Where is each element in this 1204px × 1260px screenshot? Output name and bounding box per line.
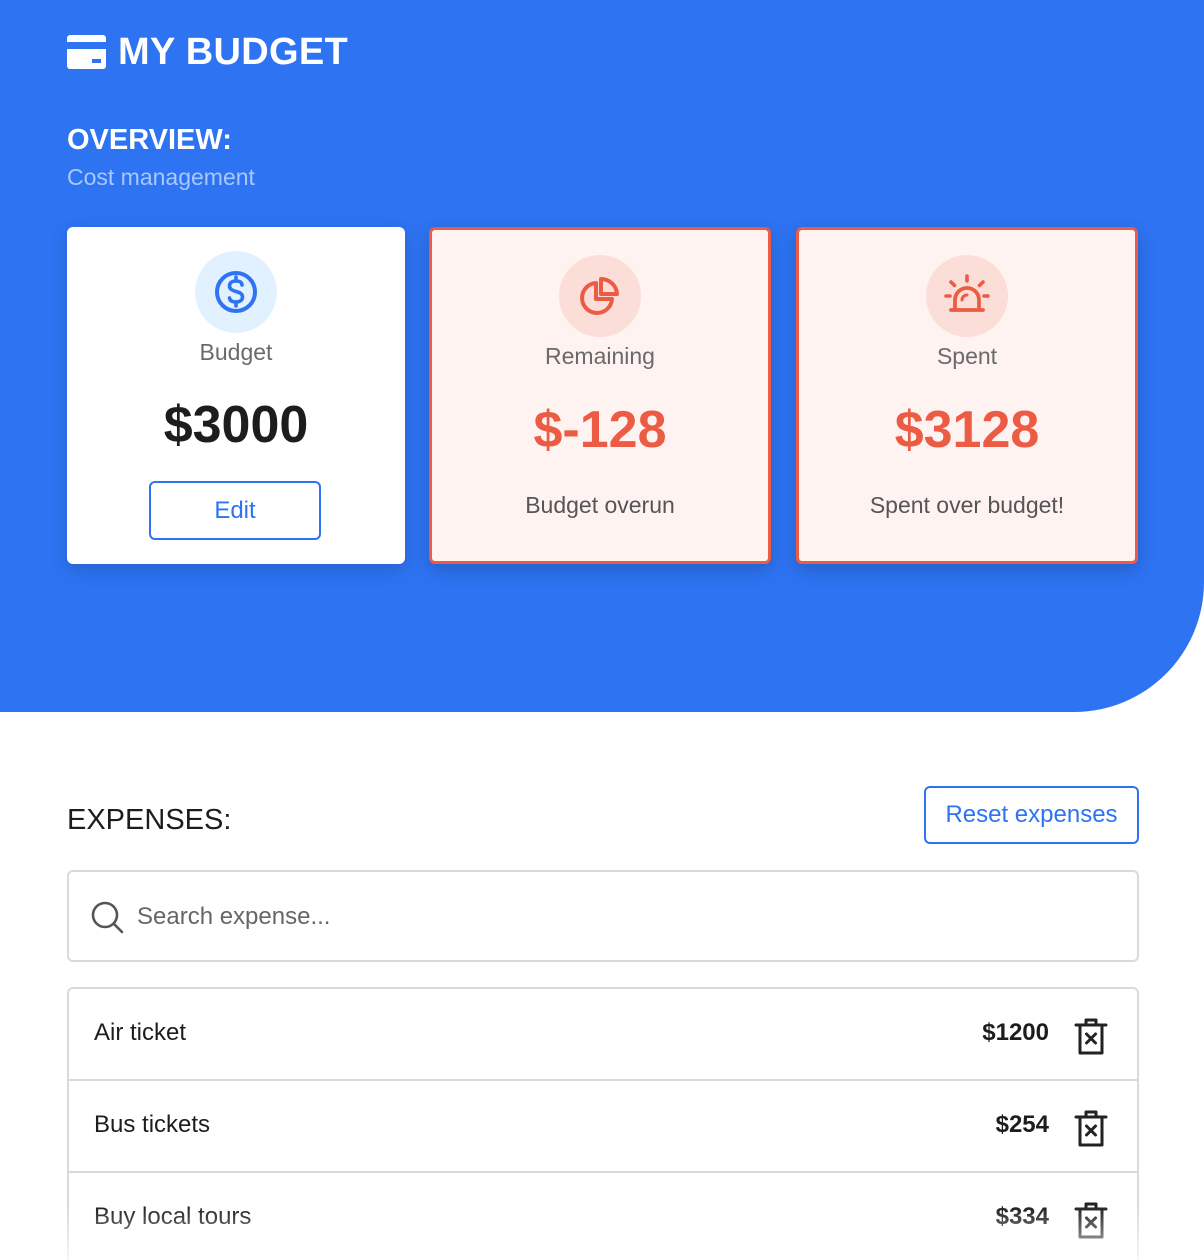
delete-expense-button[interactable] (1071, 1016, 1111, 1056)
spent-note: Spent over budget! (869, 492, 1065, 518)
pie-chart-icon (580, 276, 619, 315)
dollar-circle-icon (215, 271, 257, 313)
budget-label: Budget (199, 339, 273, 365)
search-box (67, 870, 1139, 962)
wallet-card-icon (67, 35, 106, 69)
search-expense-input[interactable] (137, 890, 1117, 944)
budget-card: Budget $3000 Edit (67, 227, 405, 564)
budget-icon-badge (195, 251, 277, 333)
spent-icon-badge (926, 255, 1008, 337)
expense-row: Buy local tours $334 (69, 1173, 1137, 1260)
spent-value: $3128 (894, 401, 1040, 459)
remaining-card: Remaining $-128 Budget overun (429, 227, 771, 564)
delete-expense-button[interactable] (1071, 1200, 1111, 1240)
delete-expense-button[interactable] (1071, 1108, 1111, 1148)
overview-title: OVERVIEW: (67, 124, 232, 156)
edit-budget-button[interactable]: Edit (149, 481, 321, 540)
expense-list: Air ticket $1200 Bus tickets $254 Buy lo… (67, 987, 1139, 1260)
remaining-note: Budget overun (525, 492, 675, 518)
expense-name: Air ticket (94, 1019, 187, 1046)
app-title: MY BUDGET (118, 30, 349, 73)
expenses-title: EXPENSES: (67, 804, 232, 836)
overview-subtitle: Cost management (67, 164, 255, 190)
expense-amount: $334 (995, 1203, 1049, 1230)
search-icon (91, 901, 124, 934)
expense-name: Buy local tours (94, 1203, 252, 1230)
budget-value: $3000 (163, 396, 309, 454)
expense-row: Bus tickets $254 (69, 1081, 1137, 1173)
trash-x-icon (1074, 1202, 1108, 1239)
reset-expenses-button[interactable]: Reset expenses (924, 786, 1139, 844)
spent-card: Spent $3128 Spent over budget! (796, 227, 1138, 564)
expense-name: Bus tickets (94, 1111, 211, 1138)
expense-amount: $1200 (982, 1019, 1049, 1046)
expense-amount: $254 (995, 1111, 1049, 1138)
trash-x-icon (1074, 1110, 1108, 1147)
trash-x-icon (1074, 1018, 1108, 1055)
spent-label: Spent (936, 343, 998, 369)
remaining-label: Remaining (545, 343, 655, 369)
expense-row: Air ticket $1200 (69, 989, 1137, 1081)
remaining-value: $-128 (533, 401, 667, 459)
siren-alarm-icon (944, 274, 990, 312)
app-brand: MY BUDGET (67, 30, 348, 74)
remaining-icon-badge (559, 255, 641, 337)
